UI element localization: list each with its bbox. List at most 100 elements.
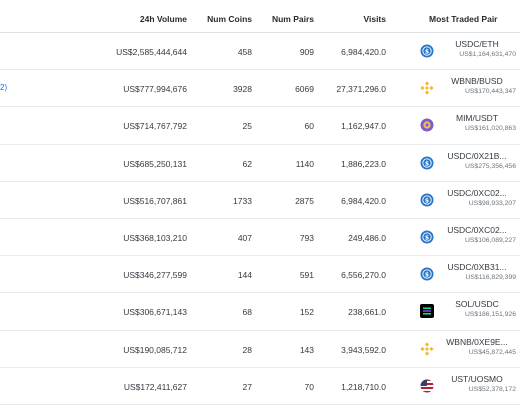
num-pairs-cell: 143 bbox=[299, 344, 314, 355]
flag-icon bbox=[420, 379, 434, 393]
volume-cell: US$190,085,712 bbox=[123, 344, 187, 355]
table-row[interactable]: US$714,767,792 25 60 1,162,947.0 MIM/USDT US$… bbox=[0, 107, 520, 145]
pair-volume: US$116,829,399 bbox=[465, 274, 516, 282]
pair-name: MIM/USDT bbox=[455, 113, 499, 124]
table-row[interactable]: 2) US$777,994,676 3928 6069 27,371,296.0 WBNB… bbox=[0, 70, 520, 108]
column-header-24h-volume[interactable]: 24h Volume bbox=[140, 14, 187, 24]
num-coins-cell: 28 bbox=[242, 344, 252, 355]
pair-volume: US$106,089,227 bbox=[464, 236, 516, 244]
volume-cell: US$714,767,792 bbox=[123, 121, 187, 132]
pair-volume: US$170,443,347 bbox=[464, 88, 516, 96]
most-traded-pair[interactable]: USDC/ETH US$1,164,631,470 bbox=[438, 39, 516, 60]
volume-cell: US$172,411,627 bbox=[123, 381, 187, 392]
visits-cell: 1,886,223.0 bbox=[341, 158, 386, 169]
visits-cell: 6,984,420.0 bbox=[341, 47, 386, 57]
sol-icon bbox=[420, 304, 434, 319]
visits-cell: 6,556,270.0 bbox=[341, 270, 386, 281]
most-traded-pair[interactable]: UST/UOSMO US$52,378,172 bbox=[438, 374, 516, 395]
num-pairs-cell: 591 bbox=[299, 270, 314, 281]
visits-cell: 1,218,710.0 bbox=[341, 381, 386, 392]
pair-volume: US$275,356,456 bbox=[464, 162, 516, 170]
table-body: US$2,585,444,644 458 909 6,984,420.0 $ USDC/E… bbox=[0, 33, 520, 405]
num-pairs-cell: 6069 bbox=[295, 84, 314, 95]
table-row[interactable]: US$190,085,712 28 143 3,943,592.0 WBNB/0XE9E… bbox=[0, 331, 520, 368]
pair-name: USDC/0XB31... bbox=[447, 262, 507, 273]
svg-text:$: $ bbox=[425, 234, 429, 241]
pair-name: USDC/0XC02... bbox=[447, 187, 507, 198]
exchange-name-fragment[interactable]: 2) bbox=[0, 83, 7, 92]
pair-volume: US$98,933,207 bbox=[468, 199, 516, 207]
column-header-visits[interactable]: Visits bbox=[363, 14, 386, 24]
visits-cell: 6,984,420.0 bbox=[341, 195, 386, 206]
num-coins-cell: 1733 bbox=[233, 195, 252, 206]
volume-cell: US$306,671,143 bbox=[123, 307, 187, 318]
visits-cell: 1,162,947.0 bbox=[341, 121, 386, 132]
num-coins-cell: 3928 bbox=[233, 84, 252, 95]
pair-name: SOL/USDC bbox=[455, 299, 499, 310]
svg-text:$: $ bbox=[425, 271, 429, 278]
volume-cell: US$368,103,210 bbox=[123, 232, 187, 243]
column-header-num-coins[interactable]: Num Coins bbox=[207, 14, 252, 24]
pair-name: USDC/0XC02... bbox=[447, 224, 507, 235]
pair-name: WBNB/BUSD bbox=[451, 76, 503, 87]
pair-volume: US$45,872,445 bbox=[468, 348, 516, 356]
svg-text:$: $ bbox=[425, 48, 429, 55]
num-coins-cell: 62 bbox=[242, 158, 252, 169]
num-coins-cell: 25 bbox=[242, 121, 252, 132]
pair-volume: US$52,378,172 bbox=[468, 385, 516, 393]
usdc-icon: $ bbox=[420, 156, 434, 170]
volume-cell: US$2,585,444,644 bbox=[116, 47, 187, 57]
pair-volume: US$161,020,863 bbox=[464, 125, 516, 133]
num-pairs-cell: 909 bbox=[299, 47, 314, 57]
table-row[interactable]: US$685,250,131 62 1140 1,886,223.0 $ USDC/0X2… bbox=[0, 145, 520, 182]
volume-cell: US$777,994,676 bbox=[123, 84, 187, 95]
most-traded-pair[interactable]: USDC/0XB31... US$116,829,399 bbox=[438, 262, 516, 283]
table-row[interactable]: US$172,411,627 27 70 1,218,710.0 UST/UOSMO US… bbox=[0, 368, 520, 405]
volume-cell: US$685,250,131 bbox=[123, 158, 187, 169]
most-traded-pair[interactable]: WBNB/BUSD US$170,443,347 bbox=[438, 76, 516, 97]
most-traded-pair[interactable]: USDC/0X21B... US$275,356,456 bbox=[438, 151, 516, 172]
most-traded-pair[interactable]: USDC/0XC02... US$106,089,227 bbox=[438, 225, 516, 246]
usdc-icon: $ bbox=[420, 193, 434, 207]
bnb-icon bbox=[420, 341, 434, 356]
num-coins-cell: 407 bbox=[237, 232, 252, 243]
usdc-icon: $ bbox=[420, 44, 434, 58]
visits-cell: 249,486.0 bbox=[348, 232, 386, 243]
num-pairs-cell: 152 bbox=[299, 307, 314, 318]
table-row[interactable]: US$306,671,143 68 152 238,661.0 SOL/USDC US$1… bbox=[0, 293, 520, 331]
table-header: 24h Volume Num Coins Num Pairs Visits Mo… bbox=[0, 0, 520, 33]
visits-cell: 27,371,296.0 bbox=[336, 84, 386, 95]
svg-text:$: $ bbox=[425, 197, 429, 204]
column-header-most-traded-pair[interactable]: Most Traded Pair bbox=[429, 14, 498, 24]
pair-name: USDC/0X21B... bbox=[447, 150, 507, 161]
num-coins-cell: 144 bbox=[237, 270, 252, 281]
num-pairs-cell: 1140 bbox=[295, 158, 314, 169]
volume-cell: US$516,707,861 bbox=[123, 195, 187, 206]
pair-volume: US$186,151,926 bbox=[464, 311, 516, 319]
pair-name: WBNB/0XE9E... bbox=[446, 336, 508, 347]
num-coins-cell: 458 bbox=[237, 47, 252, 57]
num-pairs-cell: 793 bbox=[299, 232, 314, 243]
usdc-icon: $ bbox=[420, 230, 434, 244]
num-pairs-cell: 2875 bbox=[295, 195, 314, 206]
most-traded-pair[interactable]: MIM/USDT US$161,020,863 bbox=[438, 113, 516, 134]
exchanges-table: 24h Volume Num Coins Num Pairs Visits Mo… bbox=[0, 0, 520, 405]
most-traded-pair[interactable]: USDC/0XC02... US$98,933,207 bbox=[438, 188, 516, 209]
most-traded-pair[interactable]: SOL/USDC US$186,151,926 bbox=[438, 299, 516, 320]
svg-text:$: $ bbox=[425, 160, 429, 167]
num-coins-cell: 68 bbox=[242, 307, 252, 318]
num-coins-cell: 27 bbox=[242, 381, 252, 392]
column-header-num-pairs[interactable]: Num Pairs bbox=[272, 14, 314, 24]
visits-cell: 3,943,592.0 bbox=[341, 344, 386, 355]
table-row[interactable]: US$346,277,599 144 591 6,556,270.0 $ USDC/0XB… bbox=[0, 256, 520, 294]
num-pairs-cell: 70 bbox=[304, 381, 314, 392]
mim-icon bbox=[420, 118, 434, 132]
pair-name: UST/UOSMO bbox=[451, 373, 503, 384]
volume-cell: US$346,277,599 bbox=[123, 270, 187, 281]
bnb-icon bbox=[420, 81, 434, 95]
table-row[interactable]: US$516,707,861 1733 2875 6,984,420.0 $ USDC/0… bbox=[0, 182, 520, 219]
most-traded-pair[interactable]: WBNB/0XE9E... US$45,872,445 bbox=[438, 337, 516, 358]
table-row[interactable]: US$2,585,444,644 458 909 6,984,420.0 $ USDC/E… bbox=[0, 33, 520, 71]
num-pairs-cell: 60 bbox=[304, 121, 314, 132]
table-row[interactable]: US$368,103,210 407 793 249,486.0 $ USDC/0XC02… bbox=[0, 219, 520, 257]
